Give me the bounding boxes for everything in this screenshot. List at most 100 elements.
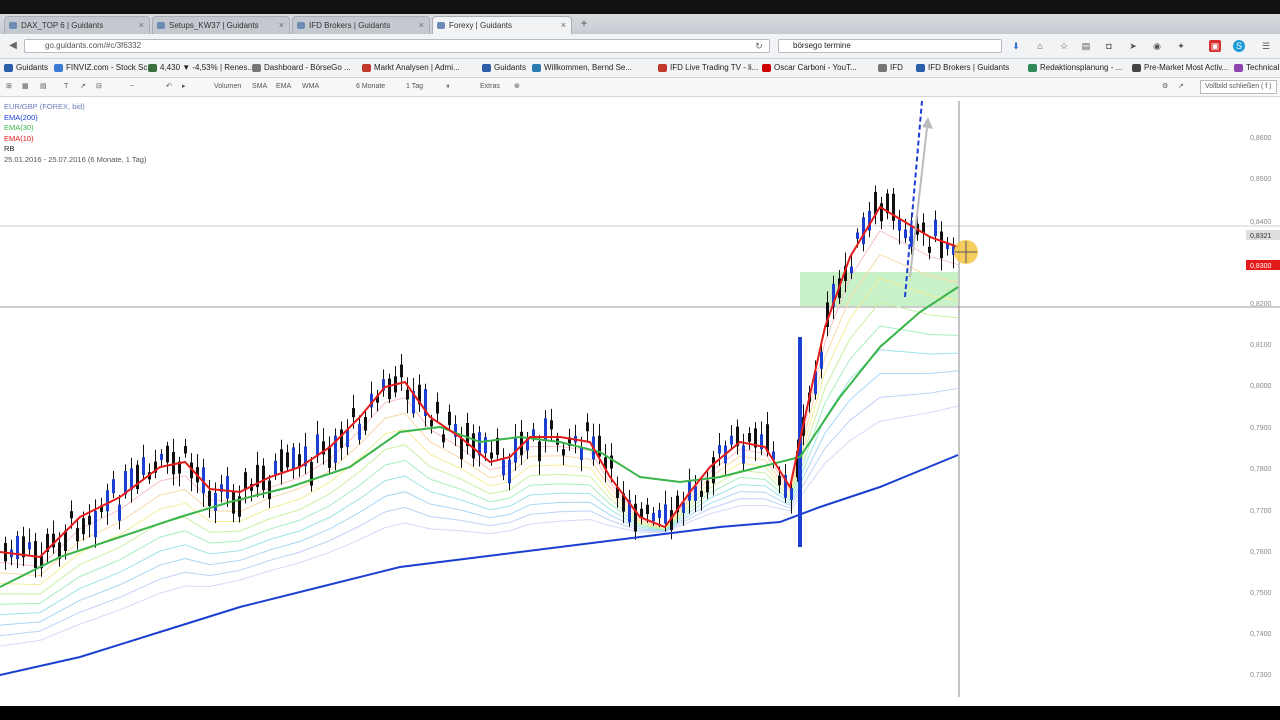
bookmark-item[interactable]: Markt Analysen | Admi... [362,62,460,74]
bookmark-item[interactable]: IFD Brokers | Guidants [916,62,1009,74]
minimize-icon[interactable]: – [1222,16,1232,26]
candle-body [700,490,703,497]
sma-button[interactable]: SMA [252,81,267,93]
sync-icon[interactable]: ◉ [1151,40,1163,52]
bookmark-item[interactable]: Pre-Market Most Activ... [1132,62,1228,74]
candle-body [274,460,277,476]
candle-body [340,429,343,448]
bookmark-label: 4,430 ▼ -4,53% | Renes... [160,63,255,72]
legend-ema10: EMA(10) [4,133,34,143]
new-tab-icon[interactable]: + [578,16,590,30]
tab-setups-kw37[interactable]: Setups_KW37 | Guidants × [152,16,290,34]
candle-body [652,512,655,522]
tab-forexy[interactable]: Forexy | Guidants × [432,16,572,34]
menu-icon[interactable]: ☰ [1260,40,1272,52]
candle-body [208,490,211,506]
interval-select[interactable]: 1 Tag [406,81,423,93]
y-axis-tick-label: 0,7300 [1250,672,1272,679]
url-input[interactable]: go.guidants.com/#c/3f6332 [24,39,770,53]
close-tab-icon[interactable]: × [419,17,424,34]
reload-icon[interactable]: ↻ [752,39,766,53]
chart-tool-layout-icon[interactable]: ▤ [40,81,47,93]
zoom-icon[interactable]: ⊕ [514,81,520,93]
search-input[interactable]: börsego termine [778,39,1002,53]
candle-body [406,389,409,400]
bookmark-favicon-icon [532,64,541,72]
candle-body [718,445,721,454]
candle-body [244,472,247,490]
download-icon[interactable]: ⬇ [1010,40,1022,52]
y-axis-tick-label: 0,8400 [1250,219,1272,226]
bookmark-item[interactable]: Redaktionsplanung - ... [1028,62,1122,74]
bookmark-label: IFD Live Trading TV - li... [670,63,759,72]
close-tab-icon[interactable]: × [279,17,284,34]
chart-tool-undo-icon[interactable]: ↶ [166,81,172,93]
y-axis-tick-label: 0,7900 [1250,425,1272,432]
price-chart-area[interactable]: 0,8600 0,8500 0,8400 0,8321 0,8200 0,8100 0,80… [0,97,1280,706]
send-icon[interactable]: ➤ [1127,40,1139,52]
pause-icon[interactable]: ⏸ [446,81,450,93]
bookmark-item[interactable]: Guidants [482,62,526,74]
candle-body [580,447,583,461]
extras-button[interactable]: Extras [480,81,500,93]
star-icon[interactable]: ☆ [1058,40,1070,52]
bookmark-item[interactable]: IFD [878,62,903,74]
wma-button[interactable]: WMA [302,81,319,93]
bookmark-label: Guidants [494,63,527,72]
candle-body [94,510,97,538]
fullscreen-exit-button[interactable]: Vollbild schließen ( f ) [1200,80,1277,94]
bookmark-item[interactable]: Guidants [4,62,48,74]
bookmark-item[interactable]: Dashboard - BörseGo ... [252,62,351,74]
candle-body [358,423,361,440]
chart-tool-line-icon[interactable]: ↗ [80,81,86,93]
chart-tool-fib-icon[interactable]: ⊟ [96,81,102,93]
share-icon[interactable]: ↗ [1178,81,1184,93]
candle-body [28,542,31,550]
candle-body [448,411,451,426]
pocket-icon[interactable]: ◘ [1103,40,1115,52]
candle-body [484,437,487,454]
settings-icon[interactable]: ⚙ [1162,81,1168,93]
bookmark-item[interactable]: Willkommen, Bernd Se... [532,62,632,74]
volumen-button[interactable]: Volumen [214,81,241,93]
bookmark-label: IFD Brokers | Guidants [928,63,1010,72]
chart-tool-cursor-icon[interactable]: ⊞ [6,81,12,93]
extension-icon[interactable]: ✦ [1175,40,1187,52]
bookmark-item[interactable]: Technical Analysis - M... [1234,62,1280,74]
tab-ifd-brokers[interactable]: IFD Brokers | Guidants × [292,16,430,34]
y-axis-tick-label: 0,7600 [1250,549,1272,556]
maximize-icon[interactable]: □ [1240,16,1250,26]
bookmark-favicon-icon [1132,64,1141,72]
candle-body [538,441,541,462]
bookmark-item[interactable]: Oscar Carboni - YouT... [762,62,857,74]
ema-button[interactable]: EMA [276,81,291,93]
bookmark-item[interactable]: IFD Live Trading TV - li... [658,62,758,74]
tab-dax-top6[interactable]: DAX_TOP 6 | Guidants × [4,16,150,34]
bookmark-item[interactable]: FINVIZ.com - Stock Sc... [54,62,154,74]
legend-ema30: EMA(30) [4,123,34,132]
back-icon[interactable]: ◀ [6,39,20,53]
price-chart[interactable]: 0,8600 0,8500 0,8400 0,8321 0,8200 0,8100 0,80… [0,97,1280,706]
close-window-icon[interactable]: × [1258,16,1268,26]
chart-tool-forward-icon[interactable]: ▸ [182,81,186,93]
period-select[interactable]: 6 Monate [356,81,385,93]
candle-body [550,420,553,430]
browser-nav-bar: ◀ go.guidants.com/#c/3f6332 ↻ börsego te… [0,34,1280,59]
chart-tool-grid-icon[interactable]: ▦ [22,81,29,93]
candle-body [88,515,91,525]
close-tab-icon[interactable]: × [561,17,566,34]
bookmark-label: FINVIZ.com - Stock Sc... [66,63,155,72]
home-icon[interactable]: ⌂ [1034,40,1046,52]
bookmark-item[interactable]: 4,430 ▼ -4,53% | Renes... [148,62,254,74]
skype-icon[interactable]: S [1233,40,1245,52]
close-tab-icon[interactable]: × [139,17,144,34]
candle-body [184,445,187,454]
library-icon[interactable]: ▤ [1080,40,1092,52]
chart-toolbar: ⊞ ▦ ▤ T ↗ ⊟ ┄ ↶ ▸ Volumen SMA EMA WMA 6 … [0,78,1280,97]
candle-body [856,232,859,239]
candle-body [880,203,883,222]
chart-tool-text-icon[interactable]: T [64,81,68,93]
chart-tool-dash-icon[interactable]: ┄ [130,81,134,93]
addon-red-icon[interactable]: ▣ [1209,40,1221,52]
browser-tab-bar: DAX_TOP 6 | Guidants × Setups_KW37 | Gui… [0,14,1280,34]
